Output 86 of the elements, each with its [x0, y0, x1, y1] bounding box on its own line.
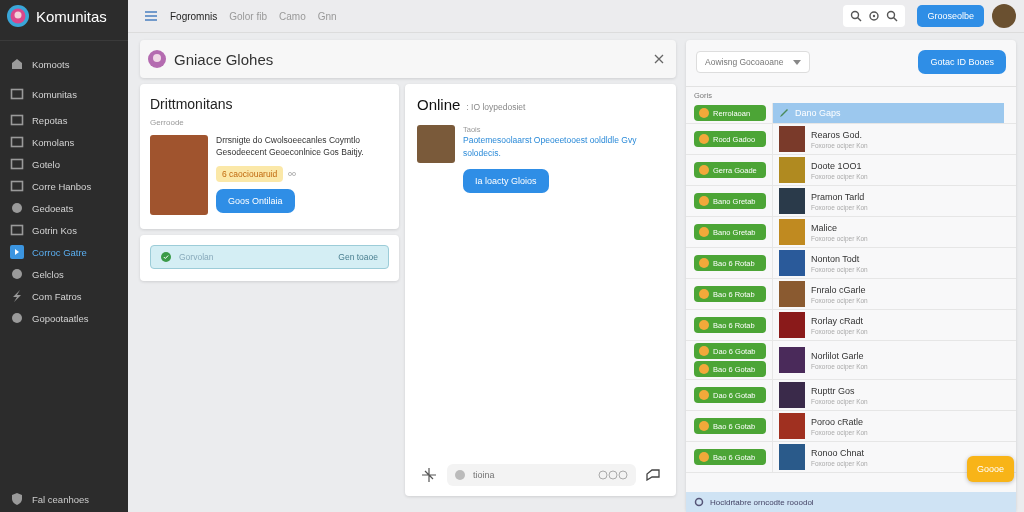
circle-icon [10, 311, 24, 325]
emoji-icon [455, 470, 465, 480]
sidebar-item[interactable]: Gedoeats [0, 197, 128, 219]
badge-icon [699, 320, 709, 330]
badge-icon [699, 108, 709, 118]
menu-icon [144, 10, 158, 22]
badge-icon [699, 258, 709, 268]
search-icon [886, 10, 899, 22]
shield-icon [10, 492, 24, 506]
card-title: Drittmonitans [150, 96, 234, 112]
card-subtitle: Gerroode [150, 118, 185, 127]
sidebar-item[interactable]: Corre Hanbos [0, 175, 128, 197]
card-title: Online [417, 96, 461, 113]
avatar[interactable] [992, 4, 1016, 28]
pencil-icon [779, 108, 789, 118]
sidebar-item[interactable]: Repotas [0, 109, 128, 131]
game-thumbnail [779, 444, 805, 470]
photo-placeholder [417, 125, 455, 163]
sidebar-item[interactable]: Corroc Gatre [0, 241, 128, 263]
badge-icon [699, 289, 709, 299]
create-button[interactable]: Grooseolbe [917, 5, 984, 27]
box-icon [10, 87, 24, 101]
notice-link[interactable]: Gen toaoe [338, 252, 378, 262]
sidebar-item[interactable]: Gelclos [0, 263, 128, 285]
badge-icon [699, 134, 709, 144]
tab[interactable]: Golor fib [229, 10, 268, 22]
badge-icon [699, 421, 709, 431]
close-icon [654, 54, 664, 64]
action-button[interactable]: Goos Ontilaia [216, 188, 295, 213]
footer-text: Hocldrtabre orncodte rooodol [710, 497, 814, 507]
box-icon [10, 223, 24, 237]
card-subtitle: : IO loypedosiet [466, 102, 526, 112]
box-icon [10, 135, 24, 149]
search-icon [850, 10, 863, 22]
sidebar-item[interactable]: Gotrin Kos [0, 219, 128, 241]
dropdown[interactable]: Aowisng Gocoaoane [696, 51, 811, 73]
sidebar-item[interactable]: Gotelo [0, 153, 128, 175]
badge-icon [699, 452, 709, 462]
game-thumbnail [779, 188, 805, 214]
circle-icon [10, 201, 24, 215]
tab[interactable]: Fogromnis [170, 10, 218, 22]
badge-icon [699, 165, 709, 175]
sidebar-item[interactable]: Komolans [0, 131, 128, 153]
tab[interactable]: Camo [279, 10, 306, 22]
caret-icon [793, 59, 802, 65]
action-button[interactable]: Ia loacty Gloios [463, 169, 549, 193]
footer-text: Fal ceanhoes [32, 493, 90, 505]
tab[interactable]: Gnn [317, 10, 337, 22]
notice-text: Gorvolan [179, 252, 214, 262]
add-button[interactable]: Gotac ID Booes [918, 50, 1006, 74]
gear-icon [694, 497, 704, 507]
box-icon [10, 179, 24, 193]
send-icon [646, 469, 660, 481]
tag: 6 caociouaruid [216, 165, 284, 182]
game-thumbnail [779, 157, 805, 183]
link-icon [288, 170, 297, 177]
avatar-icon [148, 50, 166, 68]
house-icon [10, 57, 24, 71]
badge-icon [699, 196, 709, 206]
box-icon [10, 157, 24, 171]
tag-icon [10, 245, 24, 259]
sidebar-item[interactable]: Komunitas [0, 79, 128, 109]
game-thumbnail [779, 413, 805, 439]
logo-icon [6, 4, 30, 28]
item-link[interactable]: Paotemesoolaarst Opeoeetooest ooldldle Gvy solodecis. [463, 134, 664, 160]
page-title: Gniace Glohes [174, 50, 274, 68]
check-icon [161, 252, 171, 262]
message-input[interactable]: tioina [471, 469, 592, 481]
game-thumbnail [779, 281, 805, 307]
game-thumbnail [779, 250, 805, 276]
circle-icon [10, 267, 24, 281]
badge-icon [699, 390, 709, 400]
game-thumbnail [779, 219, 805, 245]
game-thumbnail [779, 347, 805, 373]
game-thumbnail [779, 312, 805, 338]
message-field[interactable]: tioina [447, 464, 636, 486]
badge-icon [699, 227, 709, 237]
sidebar-item[interactable]: Gopootaatles [0, 307, 128, 329]
sidebar-item[interactable]: Komoots [0, 49, 128, 79]
game-thumbnail [779, 382, 805, 408]
app-title: Komunitas [36, 7, 107, 25]
settings-icon [868, 10, 881, 22]
sidebar-item[interactable]: Com Fatros [0, 285, 128, 307]
description: Drrsnigte do Cwolsoeecanles Coymtlo Gesodeecent Geoeconlnice Gos Baitjy. [216, 135, 365, 159]
game-thumbnail [779, 126, 805, 152]
box-icon [10, 113, 24, 127]
